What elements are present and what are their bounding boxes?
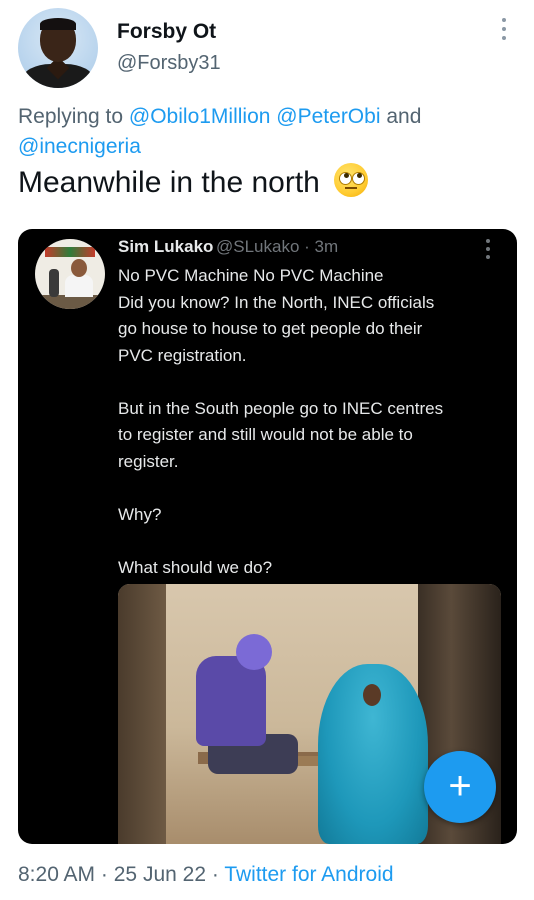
mention-link[interactable]: @inecnigeria — [18, 135, 141, 158]
author-avatar[interactable] — [18, 8, 98, 88]
mention-link[interactable]: @PeterObi — [276, 105, 380, 128]
replying-to: Replying to @Obilo1Million @PeterObi and… — [18, 102, 498, 162]
quoted-author-avatar — [35, 239, 105, 309]
quoted-line: go house to house to get people do their — [118, 319, 423, 338]
mention-link[interactable]: @Obilo1Million — [129, 105, 271, 128]
quoted-line: No PVC Machine No PVC Machine — [118, 266, 384, 285]
tweet-text: Meanwhile in the north — [18, 163, 369, 200]
quoted-more-icon — [486, 239, 492, 263]
quoted-line: Why? — [118, 504, 162, 524]
tweet-meta: 8:20 AM · 25 Jun 22 · Twitter for Androi… — [18, 863, 394, 887]
meta-separator: · — [100, 863, 108, 886]
quoted-line: But in the South people go to INEC centr… — [118, 398, 444, 418]
quoted-handle-and-age: @SLukako · 3m — [216, 237, 338, 257]
quoted-handle: @SLukako — [216, 237, 300, 256]
tweet-date[interactable]: 25 Jun 22 — [114, 863, 206, 886]
tweet-time[interactable]: 8:20 AM — [18, 863, 95, 886]
replying-prefix: Replying to — [18, 105, 129, 128]
meta-separator: · — [211, 863, 219, 886]
quoted-line: Did you know? In the North, INEC officia… — [118, 292, 435, 312]
tweet-source-link[interactable]: Twitter for Android — [224, 863, 393, 886]
quoted-age: · 3m — [304, 237, 339, 256]
replying-and: and — [380, 105, 422, 128]
quoted-line: register. — [118, 451, 179, 471]
author-display-name[interactable]: Forsby Ot — [117, 20, 216, 44]
face-with-rolling-eyes-emoji — [334, 163, 369, 197]
quoted-line: What should we do? — [118, 557, 273, 577]
tweet-text-content: Meanwhile in the north — [18, 166, 320, 199]
quoted-tweet-body: No PVC Machine No PVC Machine Did you kn… — [118, 263, 503, 581]
quoted-line: PVC registration. — [118, 345, 247, 365]
quoted-display-name: Sim Lukako — [118, 237, 214, 256]
more-options-icon[interactable] — [497, 18, 511, 48]
embedded-tweet-image[interactable]: Sim Lukako @SLukako · 3m No PVC Machine … — [18, 229, 517, 844]
quoted-line: to register and still would not be able … — [118, 425, 413, 444]
author-handle[interactable]: @Forsby31 — [117, 52, 221, 75]
compose-tweet-button[interactable]: + — [424, 751, 496, 823]
